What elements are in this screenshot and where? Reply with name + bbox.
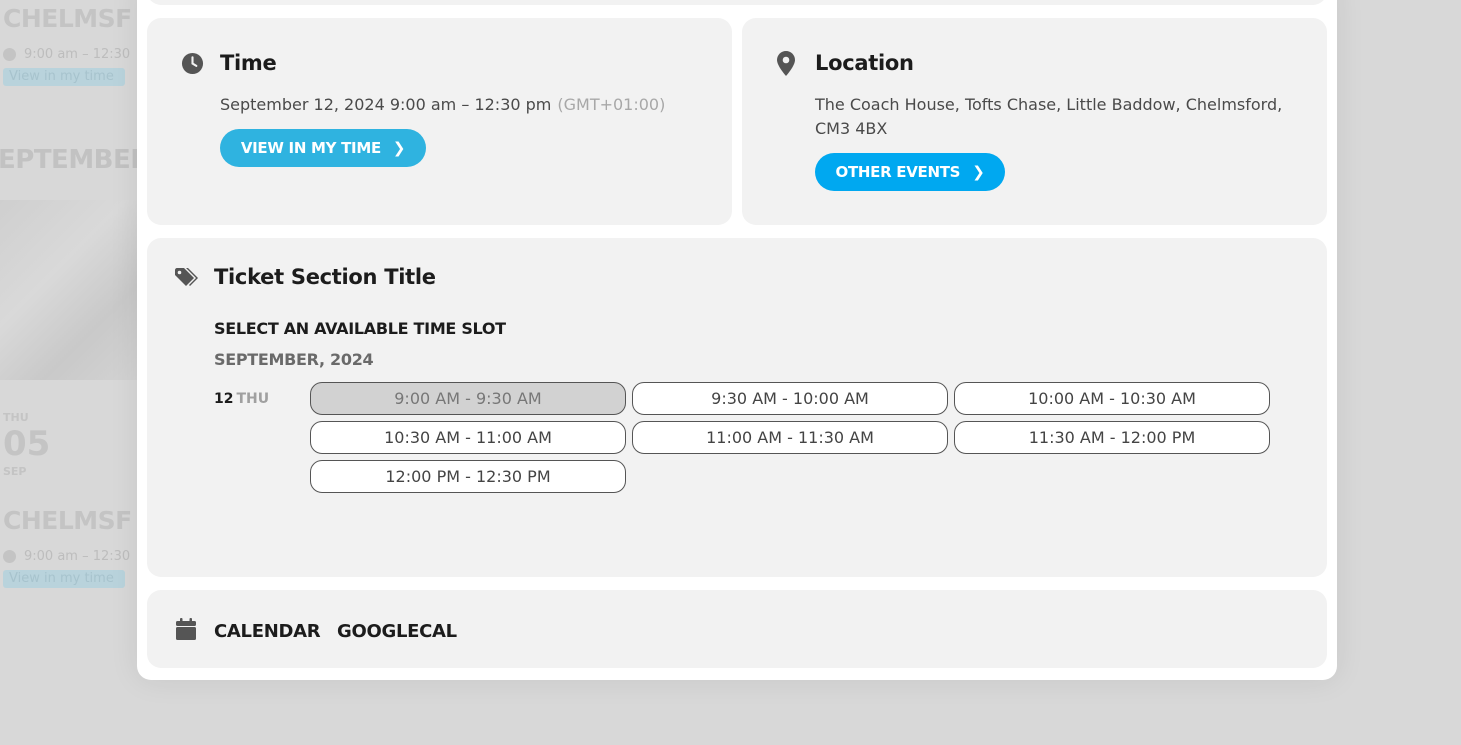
other-events-button[interactable]: OTHER EVENTS ❯ [815, 153, 1005, 191]
month-label: SEPTEMBER, 2024 [214, 350, 374, 369]
bg-event-time: 9:00 am – 12:30 [3, 549, 130, 564]
time-slot-button[interactable]: 10:00 AM - 10:30 AM [954, 382, 1270, 415]
select-time-slot-label: SELECT AN AVAILABLE TIME SLOT [214, 319, 506, 338]
bg-event-time: 9:00 am – 12:30 [3, 47, 130, 62]
calendar-card: CALENDAR GOOGLECAL [147, 590, 1327, 668]
bg-event-title: CHELMSF [3, 4, 132, 33]
time-slot-button[interactable]: 11:30 AM - 12:00 PM [954, 421, 1270, 454]
bg-day-name: THU [3, 411, 29, 424]
background-page: CHELMSF 9:00 am – 12:30 View in my time … [0, 0, 137, 745]
address-line-1: The Coach House, Tofts Chase, Little Bad… [815, 95, 1283, 114]
time-slot-button[interactable]: 12:00 PM - 12:30 PM [310, 460, 626, 493]
tags-icon [175, 268, 198, 286]
calendar-link[interactable]: CALENDAR [214, 621, 321, 642]
event-datetime: September 12, 2024 9:00 am – 12:30 pm (GM… [220, 95, 666, 114]
bg-event-title: CHELMSF [3, 506, 132, 535]
timezone-label: (GMT+01:00) [557, 95, 666, 114]
calendar-icon [176, 618, 196, 640]
time-slot-button[interactable]: 9:30 AM - 10:00 AM [632, 382, 948, 415]
view-in-my-time-button[interactable]: VIEW IN MY TIME ❯ [220, 129, 426, 167]
time-slot-button[interactable]: 11:00 AM - 11:30 AM [632, 421, 948, 454]
chevron-right-icon: ❯ [972, 163, 985, 181]
clock-icon [181, 52, 204, 75]
chevron-right-icon: ❯ [392, 139, 406, 157]
bg-view-in-my-time-link[interactable]: View in my time [3, 570, 125, 588]
time-title: Time [220, 51, 277, 75]
bg-event-image[interactable] [0, 200, 137, 380]
map-pin-icon [777, 51, 795, 76]
bg-day-number: 05 [3, 424, 51, 464]
clock-icon [3, 48, 16, 61]
bg-month-abbr: SEP [3, 465, 27, 478]
time-card: Time September 12, 2024 9:00 am – 12:30 … [147, 18, 732, 225]
address-line-2: CM3 4BX [815, 119, 888, 138]
location-title: Location [815, 51, 914, 75]
google-calendar-link[interactable]: GOOGLECAL [337, 621, 457, 642]
ticket-section-title: Ticket Section Title [214, 265, 436, 289]
clock-icon [3, 550, 16, 563]
location-card: Location The Coach House, Tofts Chase, L… [742, 18, 1327, 225]
ticket-card: Ticket Section Title SELECT AN AVAILABLE… [147, 238, 1327, 577]
bg-month-heading: EPTEMBER [0, 145, 137, 175]
event-details-modal: Time September 12, 2024 9:00 am – 12:30 … [137, 0, 1337, 680]
previous-section-card [147, 0, 1327, 5]
bg-view-in-my-time-link[interactable]: View in my time [3, 68, 125, 86]
time-slot-button[interactable]: 10:30 AM - 11:00 AM [310, 421, 626, 454]
day-label: 12 THU [214, 391, 270, 407]
time-slot-button[interactable]: 9:00 AM - 9:30 AM [310, 382, 626, 415]
